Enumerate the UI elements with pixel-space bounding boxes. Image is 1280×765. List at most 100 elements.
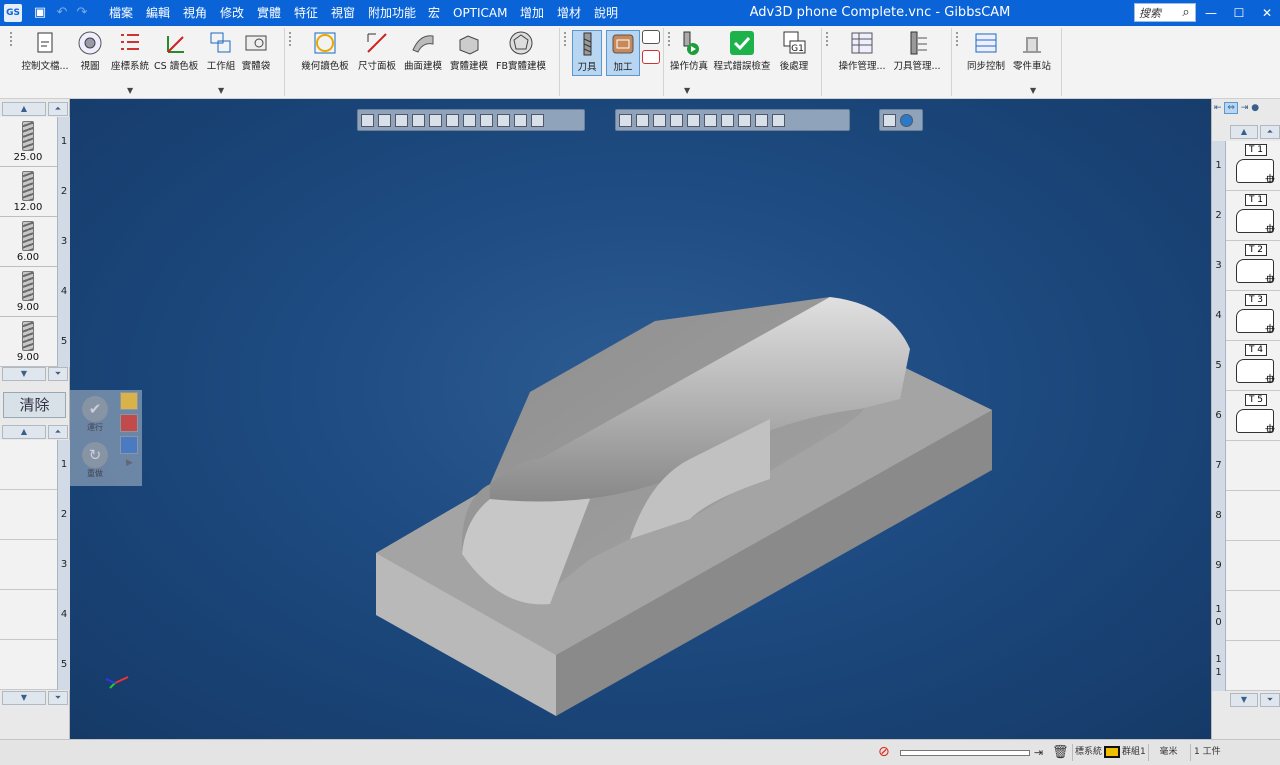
part-station-button[interactable]: 零件車站	[1010, 30, 1054, 78]
scroll-down-button[interactable]: ▼	[2, 367, 46, 381]
fb-solid-modeling-button[interactable]: FB實體建模	[493, 30, 549, 78]
close-icon[interactable]: ✕	[1252, 0, 1280, 26]
post-process-button[interactable]: G1 後處理	[776, 30, 812, 78]
op-error-icon[interactable]	[642, 50, 660, 64]
tool-label: 加工	[613, 62, 633, 73]
menu-help[interactable]: 說明	[594, 0, 618, 26]
maximize-icon[interactable]: ☐	[1224, 0, 1254, 26]
control-doc-button[interactable]: 控制文檔...	[18, 30, 72, 78]
redo-icon[interactable]: ↷	[72, 4, 92, 22]
surface-modeling-button[interactable]: 曲面建模	[401, 30, 445, 78]
operation-slot[interactable]: 2 T 1 ⯐	[1212, 191, 1280, 241]
menu-additive[interactable]: 增材	[557, 0, 581, 26]
solid-bag-icon	[245, 35, 267, 51]
save-icon[interactable]: ▣	[30, 4, 50, 22]
tool-slot[interactable]: 12.00 2	[0, 167, 70, 217]
menu-modify[interactable]: 修改	[220, 0, 244, 26]
operation-slot[interactable]: 5 T 4 ⯐	[1212, 341, 1280, 391]
search-icon[interactable]: ⌕	[1176, 3, 1196, 22]
undo-icon[interactable]: ↶	[52, 4, 72, 22]
clear-button[interactable]: 清除	[3, 392, 66, 418]
tool-slot[interactable]: 9.00 5	[0, 317, 70, 367]
menu-view[interactable]: 視角	[183, 0, 207, 26]
solid-modeling-button[interactable]: 實體建模	[447, 30, 491, 78]
user-icon[interactable]: ●	[1251, 103, 1259, 113]
operation-manager-button[interactable]: 操作管理...	[834, 30, 890, 78]
menu-solid[interactable]: 實體	[257, 0, 281, 26]
menu-edit[interactable]: 編輯	[146, 0, 170, 26]
process-slot[interactable]: 3	[0, 540, 70, 590]
program-error-check-button[interactable]: 程式錯誤檢查	[712, 30, 772, 78]
operation-slot[interactable]: 6 T 5 ⯐	[1212, 391, 1280, 441]
tool-slot[interactable]: 6.00 3	[0, 217, 70, 267]
operation-slot[interactable]: 1 0	[1212, 591, 1280, 641]
process-slot[interactable]: 2	[0, 490, 70, 540]
op-number: 7	[1212, 441, 1226, 491]
coord-system-button[interactable]: 座標系統	[108, 30, 152, 78]
minimize-icon[interactable]: —	[1196, 0, 1226, 26]
stop-icon[interactable]: ⊘	[878, 744, 894, 761]
tools-button[interactable]: 刀具	[572, 30, 602, 76]
group-label[interactable]: 群組1	[1122, 744, 1146, 761]
skip-end-icon[interactable]: ⇥	[1034, 744, 1046, 761]
sync-control-button[interactable]: 同步控制	[964, 30, 1008, 78]
operation-slot[interactable]: 8	[1212, 491, 1280, 541]
operation-slot[interactable]: 1 T 1 ⯐	[1212, 141, 1280, 191]
cs-palette-button[interactable]: CS 讀色板	[154, 30, 198, 78]
coord-system-label[interactable]: 標系統	[1072, 744, 1102, 761]
menu-macro[interactable]: 宏	[428, 0, 440, 26]
op-window-icon[interactable]	[642, 30, 660, 44]
scroll-up-button[interactable]: ▲	[2, 102, 46, 116]
machining-icon	[612, 34, 634, 54]
tool-label: 視圖	[80, 61, 100, 72]
tool-list-panel: ▲ ⏶ 25.00 1 12.00 2 6.00 3 9.00 4 9.00 5 ▼ ⏷ …	[0, 99, 70, 739]
operation-slot[interactable]: 9	[1212, 541, 1280, 591]
dimension-panel-button[interactable]: 尺寸面板	[355, 30, 399, 78]
part-station-icon	[1023, 37, 1041, 53]
gibbscam-logo-icon[interactable]: GS	[4, 4, 22, 22]
chevron-down-icon[interactable]: ▼	[1030, 86, 1036, 95]
process-slot[interactable]: 4	[0, 590, 70, 640]
scroll-bottom-button[interactable]: ⏷	[48, 367, 68, 381]
op-process-icon: ⯐	[1236, 359, 1275, 386]
scroll-up-button[interactable]: ▲	[1230, 125, 1258, 139]
workgroup-button[interactable]: 工作組	[204, 30, 238, 78]
operation-slot[interactable]: 7	[1212, 441, 1280, 491]
menu-add[interactable]: 增加	[520, 0, 544, 26]
menu-feature[interactable]: 特征	[294, 0, 318, 26]
collapse-left-icon[interactable]: ⇤	[1214, 103, 1222, 113]
solid-bag-button[interactable]: 實體袋	[240, 30, 272, 78]
process-slot[interactable]: 1	[0, 440, 70, 490]
menu-window[interactable]: 視窗	[331, 0, 355, 26]
expand-right-icon[interactable]: ⇥	[1241, 103, 1249, 113]
chevron-down-icon[interactable]: ▼	[127, 86, 133, 95]
scroll-bottom-button[interactable]: ⏷	[48, 691, 68, 705]
menu-plugins[interactable]: 附加功能	[368, 0, 416, 26]
operation-slot[interactable]: 4 T 3 ⯐	[1212, 291, 1280, 341]
process-slot[interactable]: 5	[0, 640, 70, 690]
scroll-up-button[interactable]: ▲	[2, 425, 46, 439]
scroll-top-button[interactable]: ⏶	[1260, 125, 1280, 139]
operation-simulation-button[interactable]: 操作仿真	[668, 30, 710, 78]
view-button[interactable]: 視圖	[74, 30, 106, 78]
machining-button[interactable]: 加工	[606, 30, 640, 76]
scroll-down-button[interactable]: ▼	[2, 691, 46, 705]
tool-manager-button[interactable]: 刀具管理...	[890, 30, 944, 78]
scroll-top-button[interactable]: ⏶	[48, 425, 68, 439]
tool-slot[interactable]: 9.00 4	[0, 267, 70, 317]
chevron-down-icon[interactable]: ▼	[684, 86, 690, 95]
trash-icon[interactable]: 🗑	[1052, 744, 1069, 761]
geometry-palette-button[interactable]: 幾何讀色板	[297, 30, 353, 78]
scroll-bottom-button[interactable]: ⏷	[1260, 693, 1280, 707]
tile-view-icon[interactable]: ⇔	[1224, 102, 1238, 114]
tool-slot[interactable]: 25.00 1	[0, 117, 70, 167]
phone-model[interactable]	[70, 99, 1211, 739]
scroll-down-button[interactable]: ▼	[1230, 693, 1258, 707]
menu-file[interactable]: 檔案	[109, 0, 133, 26]
3d-viewport[interactable]: ✔ 運行 ↻ 重做 ▶	[70, 99, 1211, 739]
scroll-top-button[interactable]: ⏶	[48, 102, 68, 116]
operation-slot[interactable]: 1 1	[1212, 641, 1280, 691]
chevron-down-icon[interactable]: ▼	[218, 86, 224, 95]
operation-slot[interactable]: 3 T 2 ⯐	[1212, 241, 1280, 291]
menu-opticam[interactable]: OPTICAM	[453, 0, 508, 26]
